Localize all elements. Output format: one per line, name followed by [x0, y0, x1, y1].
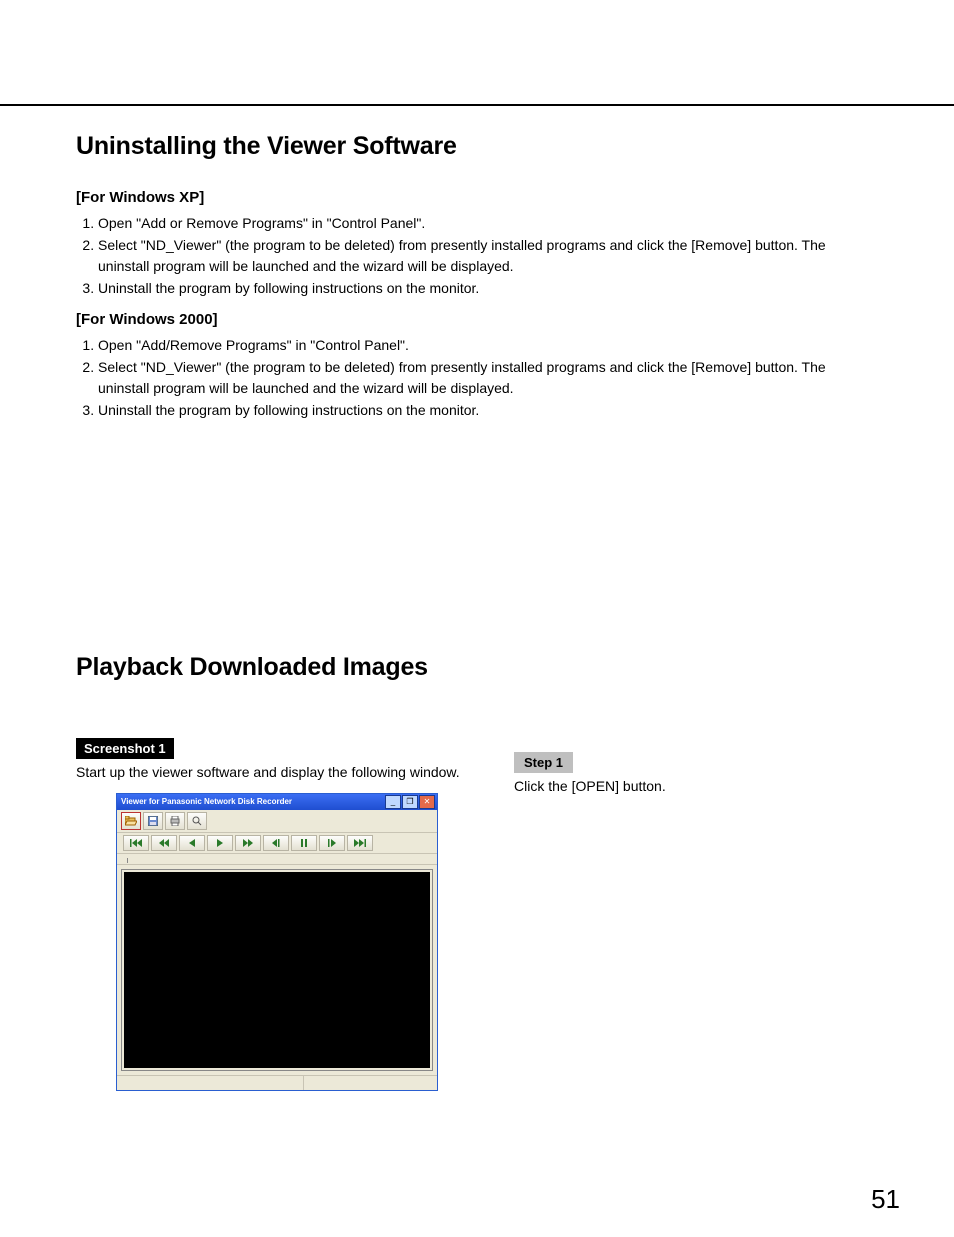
playback-bar	[117, 833, 437, 854]
back-icon[interactable]	[179, 835, 205, 851]
section-title-playback: Playback Downloaded Images	[76, 653, 878, 682]
pause-icon[interactable]	[291, 835, 317, 851]
step-forward-icon[interactable]	[319, 835, 345, 851]
list-item: Select "ND_Viewer" (the program to be de…	[98, 234, 878, 277]
screenshot-badge: Screenshot 1	[76, 738, 174, 759]
section-title-uninstall: Uninstalling the Viewer Software	[76, 132, 878, 161]
zoom-icon[interactable]	[187, 812, 207, 830]
save-icon[interactable]	[143, 812, 163, 830]
print-icon[interactable]	[165, 812, 185, 830]
toolbar	[117, 810, 437, 833]
steps-list-xp: Open "Add or Remove Programs" in "Contro…	[76, 212, 878, 299]
play-icon[interactable]	[207, 835, 233, 851]
titlebar: Viewer for Panasonic Network Disk Record…	[117, 794, 437, 810]
skip-back-icon[interactable]	[123, 835, 149, 851]
minimize-icon[interactable]: _	[385, 795, 401, 809]
close-icon[interactable]: ✕	[419, 795, 435, 809]
list-item: Open "Add/Remove Programs" in "Control P…	[98, 334, 878, 356]
timeline-bar[interactable]	[117, 854, 437, 865]
list-item: Uninstall the program by following instr…	[98, 277, 878, 299]
steps-list-w2k: Open "Add/Remove Programs" in "Control P…	[76, 334, 878, 421]
video-frame	[121, 869, 433, 1071]
rewind-icon[interactable]	[151, 835, 177, 851]
list-item: Open "Add or Remove Programs" in "Contro…	[98, 212, 878, 234]
list-item: Select "ND_Viewer" (the program to be de…	[98, 356, 878, 399]
maximize-icon[interactable]: ❐	[402, 795, 418, 809]
step-back-icon[interactable]	[263, 835, 289, 851]
step-badge: Step 1	[514, 752, 573, 773]
window-title: Viewer for Panasonic Network Disk Record…	[121, 797, 292, 806]
video-area	[124, 872, 430, 1068]
open-icon[interactable]	[121, 812, 141, 830]
fast-forward-icon[interactable]	[235, 835, 261, 851]
viewer-window: Viewer for Panasonic Network Disk Record…	[116, 793, 438, 1091]
screenshot-caption: Start up the viewer software and display…	[76, 763, 486, 783]
skip-forward-icon[interactable]	[347, 835, 373, 851]
subheading-xp: [For Windows XP]	[76, 189, 878, 206]
subheading-w2k: [For Windows 2000]	[76, 311, 878, 328]
status-bar	[117, 1075, 437, 1090]
list-item: Uninstall the program by following instr…	[98, 399, 878, 421]
page-number: 51	[871, 1184, 900, 1215]
step-text: Click the [OPEN] button.	[514, 777, 878, 797]
